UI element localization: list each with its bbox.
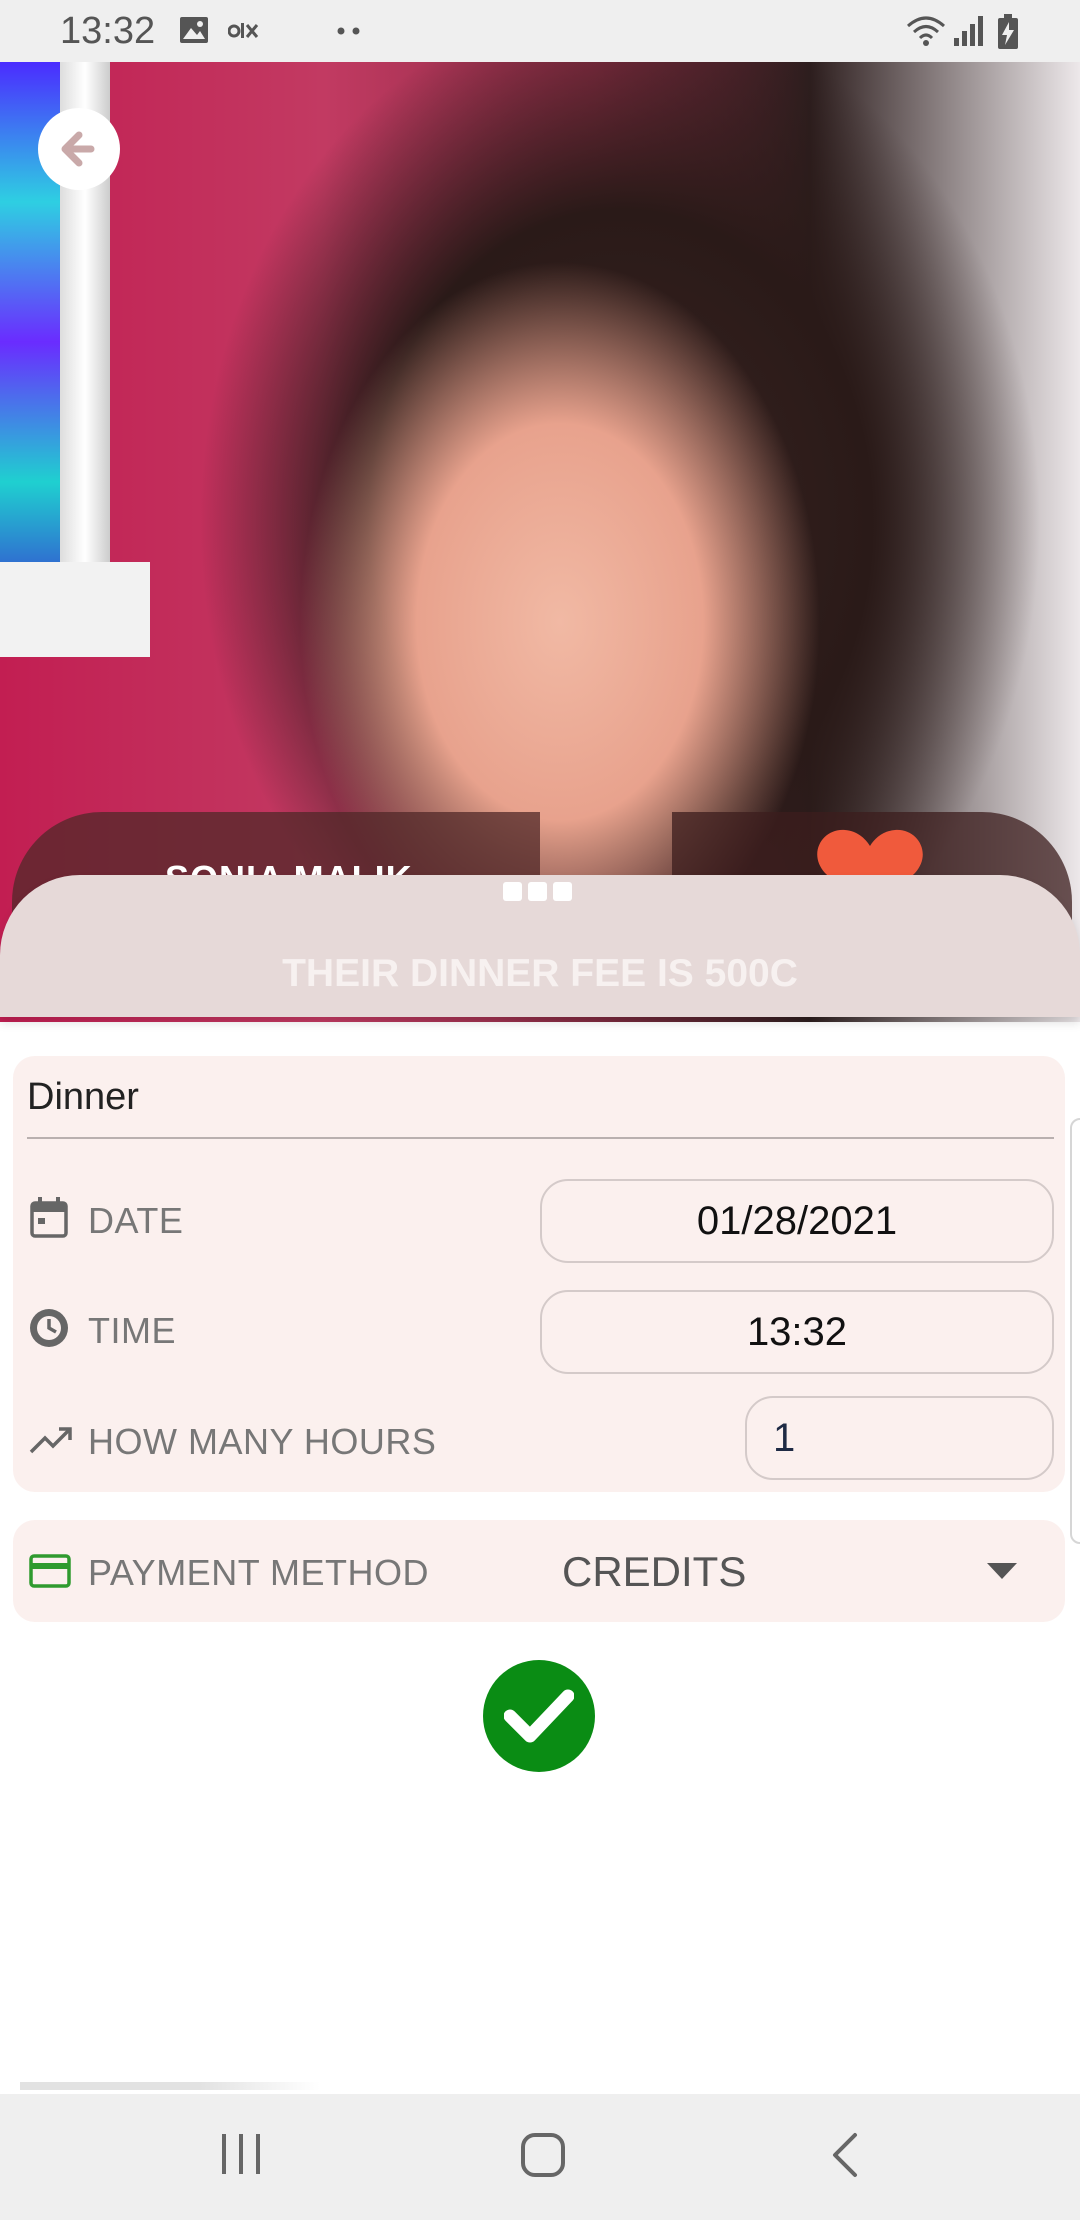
trending-up-icon [29,1427,72,1454]
payment-method-select[interactable]: CREDITS [562,1548,746,1596]
wifi-icon [907,16,945,46]
checkmark-icon [504,1689,574,1743]
home-icon[interactable] [520,2132,566,2178]
navigation-bar [0,2094,1080,2220]
hours-input[interactable]: 1 [745,1396,1054,1480]
photo-shelf [0,562,150,657]
calendar-icon [30,1197,68,1238]
divider [27,1137,1054,1139]
payment-method-label: PAYMENT METHOD [88,1552,430,1593]
time-label: TIME [88,1310,176,1351]
more-dots-icon [337,27,360,35]
chevron-down-icon[interactable] [987,1563,1017,1579]
back-button[interactable] [38,108,120,190]
credit-card-icon [29,1554,71,1588]
content-peek [20,2082,320,2090]
status-time: 13:32 [60,10,156,52]
recent-apps-icon[interactable] [220,2132,262,2176]
dinner-fee-text: THEIR DINNER FEE IS 500C [282,952,798,995]
arrow-left-icon [53,123,105,175]
date-label: DATE [88,1200,184,1241]
time-field[interactable]: 13:32 [540,1290,1054,1374]
status-bar: 13:32 [0,0,1080,62]
gallery-icon [180,17,208,43]
date-field[interactable]: 01/28/2021 [540,1179,1054,1263]
battery-charging-icon [998,14,1018,49]
confirm-button[interactable] [483,1660,595,1772]
clock-icon [30,1309,68,1347]
side-scroll-handle[interactable] [1070,1118,1080,1544]
signal-icon [954,16,983,46]
back-nav-icon[interactable] [830,2132,860,2178]
olx-icon [228,23,259,38]
event-type-title: Dinner [27,1076,139,1118]
hours-label: HOW MANY HOURS [88,1421,437,1462]
drag-handle-icon[interactable] [503,882,572,901]
